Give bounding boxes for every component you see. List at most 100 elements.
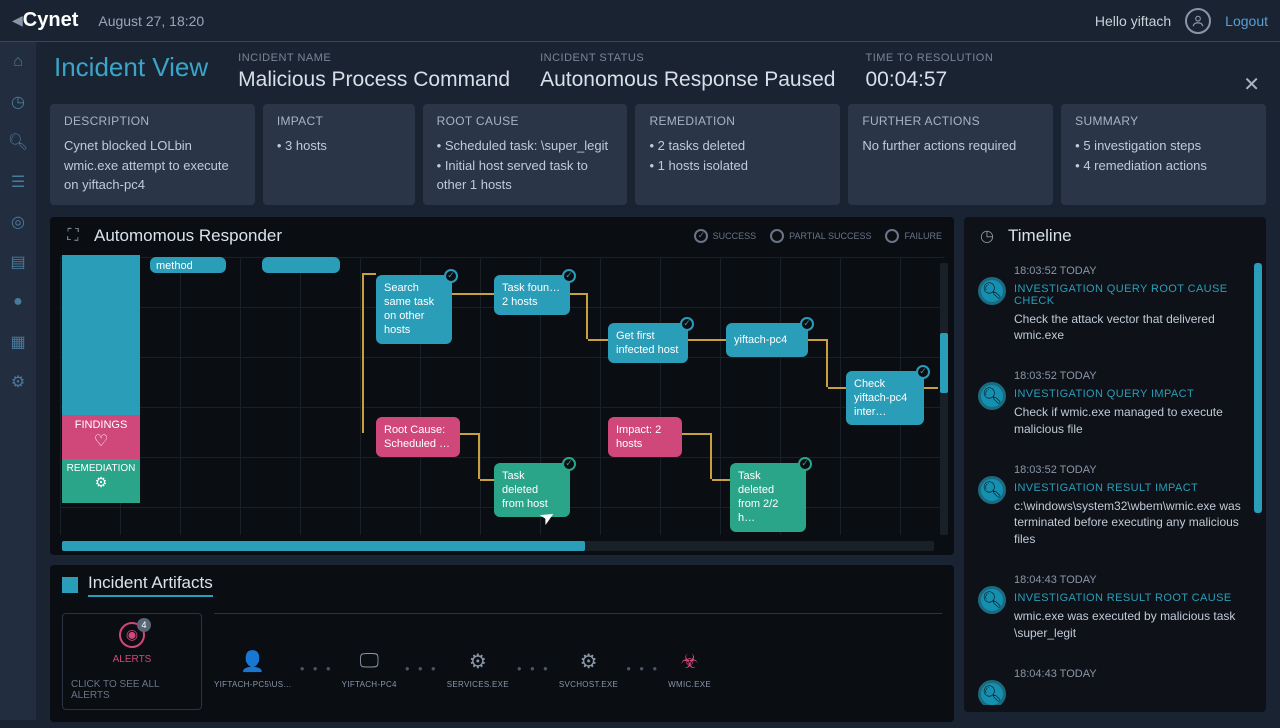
chain-svchost[interactable]: ⚙SVCHOST.EXE <box>559 648 618 689</box>
globe-icon[interactable]: ● <box>8 292 28 312</box>
responder-icon: ⛶ <box>62 225 84 247</box>
flow-side-findings: FINDINGS♡ <box>62 415 140 459</box>
search-icon: 🔍︎ <box>978 680 1006 705</box>
files-icon[interactable]: ▦ <box>8 332 28 352</box>
timeline-icon: ◷ <box>976 225 998 247</box>
ttr-label: TIME TO RESOLUTION <box>865 52 993 64</box>
node-firsthost[interactable]: Get first infected host✓ <box>608 323 688 364</box>
horizontal-scrollbar[interactable] <box>62 541 934 551</box>
node-blank[interactable] <box>262 257 340 273</box>
incident-status-label: INCIDENT STATUS <box>540 52 835 64</box>
card-title: FURTHER ACTIONS <box>862 114 1039 128</box>
timeline-item[interactable]: 🔍︎ 18:03:52 TODAY INVESTIGATION RESULT I… <box>974 458 1266 562</box>
responder-panel: ⛶ Automomous Responder SUCCESS PARTIAL S… <box>50 217 954 555</box>
clock-icon[interactable]: ◷ <box>8 92 28 112</box>
chain-host[interactable]: 🖵YIFTACH-PC4 <box>342 648 397 689</box>
card-description: DESCRIPTION Cynet blocked LOLbin wmic.ex… <box>50 104 255 205</box>
logout-link[interactable]: Logout <box>1225 13 1268 29</box>
brand-logo[interactable]: Cynet <box>23 9 79 32</box>
node-yiftach[interactable]: yiftach-pc4✓ <box>726 323 808 357</box>
card-line: 4 remediation actions <box>1075 156 1252 176</box>
card-impact: IMPACT 3 hosts <box>263 104 415 205</box>
datetime: August 27, 18:20 <box>98 13 204 29</box>
gear-icon[interactable]: ⚙ <box>8 372 28 392</box>
card-line: 1 hosts isolated <box>649 156 826 176</box>
card-remediation: REMEDIATION 2 tasks deleted 1 hosts isol… <box>635 104 840 205</box>
gear-icon: ⚙ <box>576 648 602 674</box>
node-impact[interactable]: Impact: 2 hosts <box>608 417 682 458</box>
top-bar: ◀ Cynet August 27, 18:20 Hello yiftach L… <box>0 0 1280 42</box>
incident-name-label: INCIDENT NAME <box>238 52 510 64</box>
vertical-scrollbar[interactable] <box>940 263 948 535</box>
timeline-panel: ◷ Timeline 🔍︎ 18:03:52 TODAY INVESTIGATI… <box>964 217 1266 712</box>
card-further: FURTHER ACTIONS No further actions requi… <box>848 104 1053 205</box>
summary-cards: DESCRIPTION Cynet blocked LOLbin wmic.ex… <box>36 98 1280 211</box>
responder-title: Automomous Responder <box>94 226 282 246</box>
node-del2[interactable]: Task deleted from 2/2 h…✓ <box>730 463 806 532</box>
node-taskfound[interactable]: Task foun… 2 hosts✓ <box>494 275 570 316</box>
close-icon[interactable]: ✕ <box>1243 72 1260 97</box>
check-icon: ✓ <box>798 457 812 471</box>
card-line: 5 investigation steps <box>1075 136 1252 156</box>
ttr-value: 00:04:57 <box>865 68 993 92</box>
check-icon: ✓ <box>562 457 576 471</box>
node-check[interactable]: Check yiftach-pc4 inter…✓ <box>846 371 924 426</box>
home-icon[interactable]: ⌂ <box>8 52 28 72</box>
card-summary: SUMMARY 5 investigation steps 4 remediat… <box>1061 104 1266 205</box>
incident-status-value: Autonomous Response Paused <box>540 68 835 92</box>
timeline-item[interactable]: 🔍︎ 18:03:52 TODAY INVESTIGATION QUERY RO… <box>974 259 1266 359</box>
timeline-title: Timeline <box>1008 226 1072 246</box>
sliders-icon: ⚙ <box>62 474 140 491</box>
node-search[interactable]: Search same task on other hosts✓ <box>376 275 452 344</box>
timeline-item[interactable]: 🔍︎ 18:04:43 TODAY <box>974 662 1266 700</box>
chain-services[interactable]: ⚙SERVICES.EXE <box>447 648 509 689</box>
timeline-item[interactable]: 🔍︎ 18:03:52 TODAY INVESTIGATION QUERY IM… <box>974 364 1266 452</box>
check-icon: ✓ <box>916 365 930 379</box>
flow-graph[interactable]: FINDINGS♡ REMEDIATION⚙ method Search sam… <box>50 255 954 555</box>
back-arrow-icon[interactable]: ◀ <box>12 12 23 29</box>
failure-icon <box>885 229 899 243</box>
card-title: SUMMARY <box>1075 114 1252 128</box>
target-icon[interactable]: ◎ <box>8 212 28 232</box>
node-rootcause[interactable]: Root Cause: Scheduled … <box>376 417 460 458</box>
node-method[interactable]: method <box>150 257 226 273</box>
card-line: Initial host served task to other 1 host… <box>437 156 614 195</box>
card-line: 3 hosts <box>277 136 401 156</box>
flow-side-remediation: REMEDIATION⚙ <box>62 459 140 503</box>
alerts-box[interactable]: ◉4 ALERTS CLICK TO SEE ALL ALERTS <box>62 613 202 710</box>
check-icon: ✓ <box>444 269 458 283</box>
sliders-icon[interactable]: ☰ <box>8 172 28 192</box>
search-icon: 🔍︎ <box>978 476 1006 504</box>
search-icon: 🔍︎ <box>978 277 1006 305</box>
alerts-hint: CLICK TO SEE ALL ALERTS <box>71 679 193 701</box>
alerts-label: ALERTS <box>113 654 152 665</box>
card-line: No further actions required <box>862 138 1016 153</box>
greeting: Hello yiftach <box>1095 13 1171 29</box>
card-line: 2 tasks deleted <box>649 136 826 156</box>
partial-icon <box>770 229 784 243</box>
user-icon: 👤 <box>240 648 266 674</box>
artifacts-title: Incident Artifacts <box>88 573 213 597</box>
gear-icon: ⚙ <box>465 648 491 674</box>
card-line: Scheduled task: \super_legit <box>437 136 614 156</box>
card-title: DESCRIPTION <box>64 114 241 128</box>
incident-name-value: Malicious Process Command <box>238 68 510 92</box>
page-title: Incident View <box>54 52 208 83</box>
check-icon: ✓ <box>680 317 694 331</box>
artifact-chain: 👤YIFTACH-PC5\US… ● ● ● 🖵YIFTACH-PC4 ● ● … <box>214 613 942 710</box>
chain-wmic[interactable]: ☣WMIC.EXE <box>668 648 711 689</box>
check-icon: ✓ <box>562 269 576 283</box>
document-icon[interactable]: ▤ <box>8 252 28 272</box>
legend: SUCCESS PARTIAL SUCCESS FAILURE <box>694 229 942 243</box>
success-icon <box>694 229 708 243</box>
chain-user[interactable]: 👤YIFTACH-PC5\US… <box>214 648 292 689</box>
timeline-list[interactable]: 🔍︎ 18:03:52 TODAY INVESTIGATION QUERY RO… <box>964 255 1266 705</box>
node-del1[interactable]: Task deleted from host✓ <box>494 463 570 518</box>
search-icon[interactable]: 🔍︎ <box>8 132 28 152</box>
card-body: Cynet blocked LOLbin wmic.exe attempt to… <box>64 136 241 195</box>
timeline-item[interactable]: 🔍︎ 18:04:43 TODAY INVESTIGATION RESULT R… <box>974 568 1266 656</box>
timeline-scrollbar[interactable] <box>1254 263 1262 513</box>
avatar-icon[interactable] <box>1185 8 1211 34</box>
check-icon: ✓ <box>800 317 814 331</box>
incident-header: Incident View INCIDENT NAME Malicious Pr… <box>36 42 1280 98</box>
